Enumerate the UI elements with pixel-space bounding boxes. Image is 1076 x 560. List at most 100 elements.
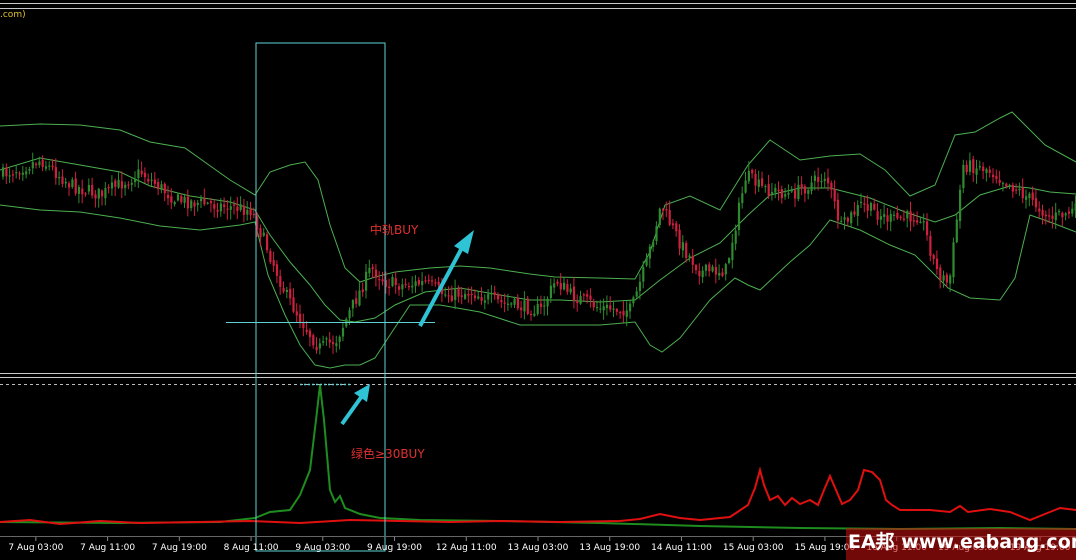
candle-body [447, 295, 450, 297]
candle-body [398, 286, 401, 290]
candle-body [569, 288, 572, 293]
time-label: 9 Aug 19:00 [367, 543, 422, 553]
candle-body [622, 310, 625, 316]
candle-body [652, 242, 655, 247]
candle-body [147, 178, 150, 182]
candle-body [718, 272, 721, 276]
candle-body [450, 295, 453, 301]
candle-body [896, 212, 899, 219]
candle-body [134, 178, 137, 183]
candle-body [893, 214, 896, 216]
candle-body [167, 194, 170, 199]
candle-body [586, 294, 589, 297]
candle-body [48, 165, 51, 167]
time-label: 9 Aug 03:00 [295, 543, 350, 553]
candle-body [81, 188, 84, 195]
candle-body [764, 186, 767, 188]
candle-body [592, 301, 595, 308]
candle-body [612, 308, 615, 310]
candle-body [173, 202, 176, 205]
candle-body [87, 184, 90, 192]
candle-body [170, 196, 173, 203]
candle-body [794, 190, 797, 199]
candle-body [668, 210, 671, 225]
candle-body [899, 216, 902, 218]
candle-body [744, 180, 747, 193]
candle-body [91, 184, 94, 196]
candle-body [929, 235, 932, 256]
candle-body [176, 194, 180, 201]
candle-body [61, 176, 64, 184]
candle-body [328, 339, 331, 343]
candle-body [315, 346, 318, 351]
candle-body [160, 184, 163, 191]
candle-body [467, 293, 470, 296]
candle-body [813, 175, 816, 181]
candle-body [68, 183, 71, 188]
candle-body [655, 226, 658, 242]
candle-body [932, 255, 935, 260]
candle-body [229, 206, 232, 210]
candle-body [579, 295, 582, 304]
candle-body [962, 165, 965, 188]
candle-body [285, 289, 288, 293]
candle-body [371, 267, 374, 269]
candle-body [982, 166, 985, 172]
candle-body [883, 214, 886, 217]
candle-body [226, 208, 229, 210]
candle-body [193, 202, 196, 207]
candle-body [249, 209, 252, 216]
candle-body [665, 209, 668, 211]
candle-body [797, 184, 800, 199]
candle-body [678, 229, 681, 249]
candle-body [754, 173, 757, 186]
candle-body [209, 201, 213, 204]
candle-body [846, 217, 849, 222]
candle-body [889, 214, 892, 222]
candle-body [685, 242, 688, 259]
candle-body [576, 301, 579, 304]
time-label: 13 Aug 03:00 [508, 543, 569, 553]
candle-body [74, 178, 77, 194]
candle-body [1061, 212, 1064, 218]
candle-body [473, 295, 477, 299]
candle-body [190, 200, 193, 209]
candle-body [902, 218, 906, 220]
candle-body [1058, 211, 1061, 213]
candle-body [1048, 215, 1051, 217]
candle-body [747, 170, 750, 182]
candle-body [761, 178, 764, 187]
candle-body [965, 164, 968, 173]
candle-body [609, 305, 612, 310]
candle-body [671, 223, 675, 226]
candle-body [866, 204, 869, 211]
candle-body [632, 297, 635, 304]
candle-body [658, 208, 661, 225]
candle-body [381, 279, 384, 282]
candle-body [863, 203, 866, 205]
candle-body [500, 299, 503, 303]
chart-canvas[interactable]: .com) 中轨BUY 绿色≥30BUY 7 Aug 03:00 7 Aug 11… [0, 0, 1076, 560]
candle-body [942, 275, 945, 281]
candle-body [734, 230, 737, 244]
candle-body [137, 169, 140, 178]
candle-body [437, 281, 440, 286]
candle-body [1071, 208, 1074, 214]
candle-body [490, 293, 493, 295]
candle-body [130, 182, 133, 185]
candle-body [1011, 184, 1014, 192]
candle-body [1031, 192, 1034, 200]
candle-body [556, 281, 559, 284]
candle-body [464, 293, 467, 299]
candle-body [219, 203, 222, 212]
candle-body [120, 181, 123, 189]
candle-body [516, 297, 519, 309]
candle-body [1028, 193, 1031, 199]
candle-body [318, 343, 321, 349]
candle-body [427, 279, 430, 281]
candle-body [38, 161, 41, 166]
candle-body [691, 256, 694, 265]
time-label: 13 Aug 19:00 [579, 543, 640, 553]
candle-body [998, 179, 1001, 183]
candle-body [299, 313, 302, 323]
